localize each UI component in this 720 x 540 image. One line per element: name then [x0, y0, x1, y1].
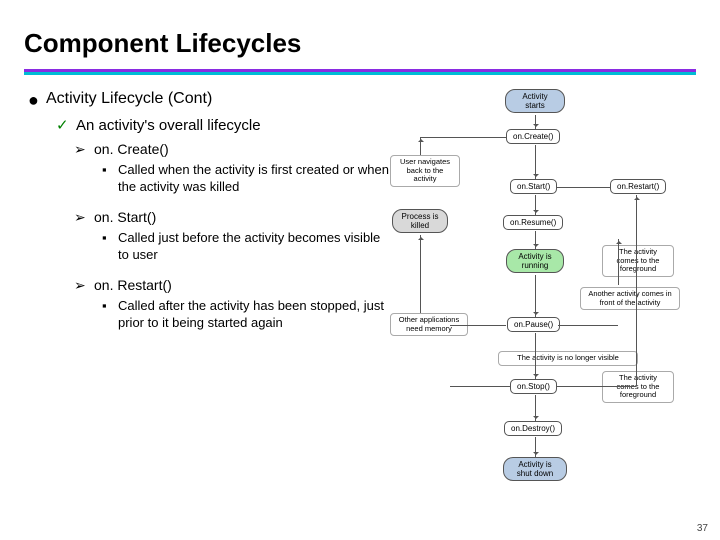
- arrow-icon: ➢: [74, 140, 94, 158]
- arrow-up: [618, 239, 619, 285]
- bullet-oncreate: ➢ on. Create(): [74, 140, 390, 158]
- node-ondestroy: on.Destroy(): [504, 421, 562, 436]
- page-number: 37: [697, 523, 708, 534]
- square-icon: ▪: [102, 162, 118, 196]
- arrow: [535, 231, 536, 249]
- bullet-l2: ✓ An activity's overall lifecycle: [56, 116, 390, 136]
- arrow: [535, 195, 536, 215]
- bullet-l1: ● Activity Lifecycle (Cont): [28, 89, 390, 112]
- title-underline: [24, 69, 696, 75]
- connector: [450, 325, 506, 326]
- arrow: [535, 115, 536, 129]
- node-activity-start: Activity starts: [505, 89, 565, 113]
- arrow-up: [420, 235, 421, 313]
- onstart-desc: Called just before the activity becomes …: [118, 230, 390, 264]
- oncreate-desc: Called when the activity is first create…: [118, 162, 390, 196]
- node-onrestart: on.Restart(): [610, 179, 666, 194]
- connector: [556, 386, 636, 387]
- node-killed: Process is killed: [392, 209, 448, 233]
- oncreate-label: on. Create(): [94, 140, 169, 158]
- arrow-up: [420, 137, 421, 155]
- arrow: [535, 333, 536, 379]
- label-no-longer-visible: The activity is no longer visible: [498, 351, 638, 366]
- node-onstart: on.Start(): [510, 179, 557, 194]
- bullet-onstart: ➢ on. Start(): [74, 208, 390, 226]
- label-another-front: Another activity comes in front of the a…: [580, 287, 680, 310]
- bullet-oncreate-desc: ▪ Called when the activity is first crea…: [102, 162, 390, 196]
- bullet-dot-icon: ●: [28, 89, 46, 112]
- page-title: Component Lifecycles: [0, 0, 720, 65]
- square-icon: ▪: [102, 298, 118, 332]
- node-onstop: on.Stop(): [510, 379, 557, 394]
- arrow-up: [636, 195, 637, 386]
- diagram: Activity starts on.Create() on.Start() o…: [390, 89, 720, 344]
- node-shutdown: Activity is shut down: [503, 457, 567, 481]
- content-row: ● Activity Lifecycle (Cont) ✓ An activit…: [0, 89, 720, 344]
- onstart-label: on. Start(): [94, 208, 156, 226]
- arrow: [535, 437, 536, 457]
- onrestart-label: on. Restart(): [94, 276, 172, 294]
- arrow-icon: ➢: [74, 208, 94, 226]
- connector: [420, 137, 506, 138]
- arrow: [535, 395, 536, 421]
- bullet-column: ● Activity Lifecycle (Cont) ✓ An activit…: [0, 89, 390, 344]
- node-oncreate: on.Create(): [506, 129, 560, 144]
- onrestart-desc: Called after the activity has been stopp…: [118, 298, 390, 332]
- arrow-icon: ➢: [74, 276, 94, 294]
- connector: [450, 386, 510, 387]
- arrow: [535, 145, 536, 179]
- label-nav-back: User navigates back to the activity: [390, 155, 460, 187]
- node-running: Activity is running: [506, 249, 564, 273]
- connector: [556, 187, 610, 188]
- bullet-onstart-desc: ▪ Called just before the activity become…: [102, 230, 390, 264]
- bullet-onrestart-desc: ▪ Called after the activity has been sto…: [102, 298, 390, 332]
- connector: [558, 325, 618, 326]
- bullet-l2-text: An activity's overall lifecycle: [76, 116, 261, 136]
- bullet-l1-text: Activity Lifecycle (Cont): [46, 89, 212, 112]
- square-icon: ▪: [102, 230, 118, 264]
- node-onpause: on.Pause(): [507, 317, 560, 332]
- node-onresume: on.Resume(): [503, 215, 563, 230]
- check-icon: ✓: [56, 116, 76, 136]
- label-foreground: The activity comes to the foreground: [602, 245, 674, 277]
- arrow: [535, 275, 536, 317]
- bullet-onrestart: ➢ on. Restart(): [74, 276, 390, 294]
